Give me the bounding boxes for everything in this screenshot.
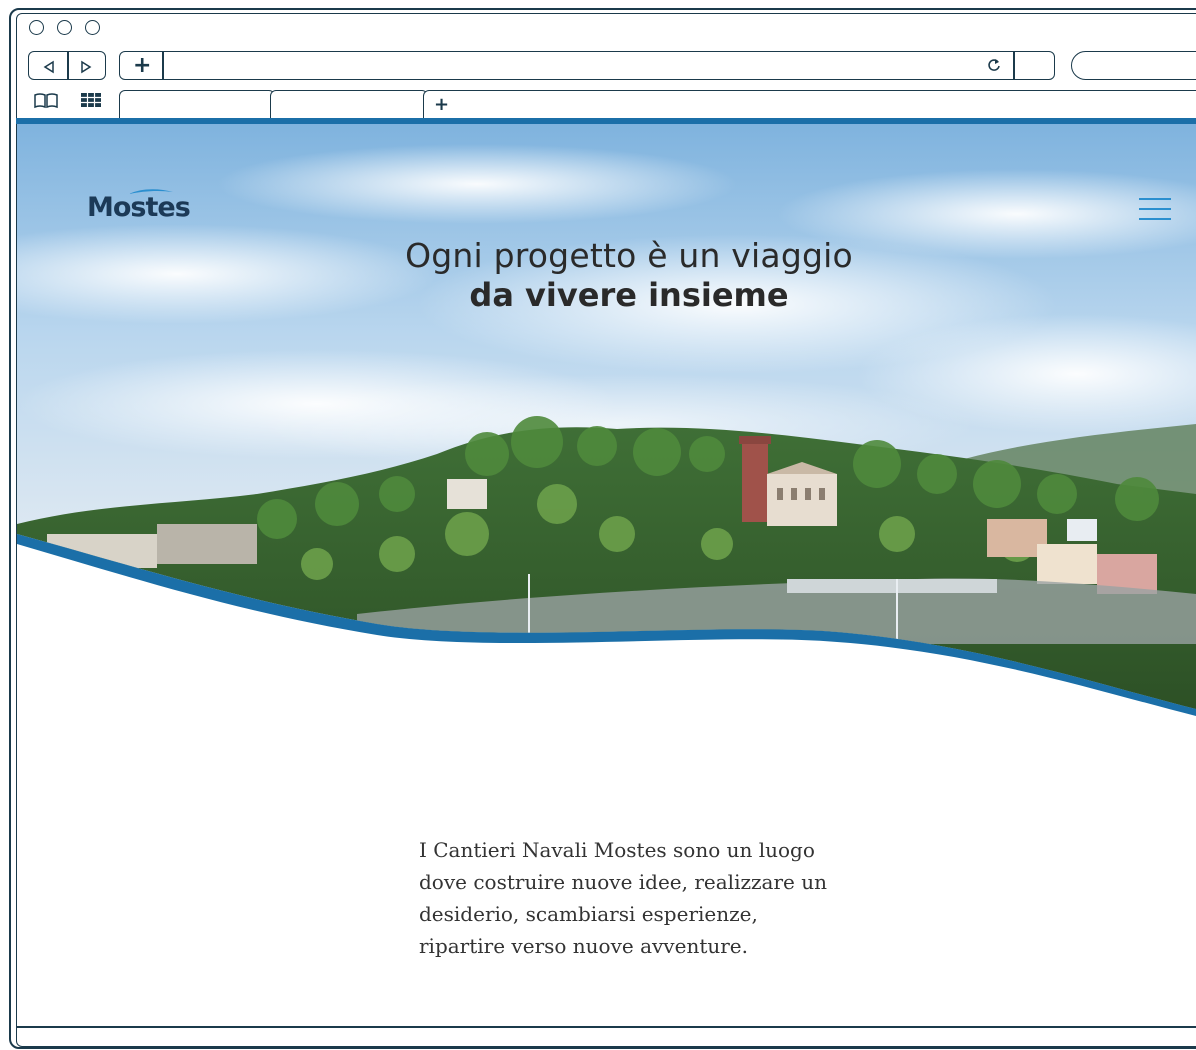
- intro-paragraph: I Cantieri Navali Mostes sono un luogo d…: [419, 834, 859, 962]
- tab-overview-button[interactable]: [80, 92, 102, 108]
- address-bar[interactable]: [119, 51, 1055, 80]
- forward-button[interactable]: [75, 57, 97, 75]
- grid-icon: [81, 93, 101, 107]
- hero-headline-line1: Ogni progetto è un viaggio: [405, 236, 853, 275]
- page-viewport: Mostes Ogni progetto è un viaggio da viv…: [17, 124, 1196, 1026]
- search-field[interactable]: [1071, 51, 1196, 80]
- address-new-button[interactable]: +: [133, 55, 151, 77]
- bookmarks-button[interactable]: [33, 92, 59, 110]
- triangle-right-icon: [81, 60, 92, 74]
- back-button[interactable]: [38, 57, 60, 75]
- intro-line: desiderio, scambiarsi esperienze,: [419, 902, 758, 926]
- window-minimize-button[interactable]: [57, 20, 72, 35]
- intro-line: dove costruire nuove idee, realizzare un: [419, 870, 827, 894]
- reload-divider: [1013, 51, 1015, 80]
- reload-icon: [988, 59, 1000, 71]
- new-tab-button[interactable]: +: [434, 96, 449, 114]
- window-close-button[interactable]: [29, 20, 44, 35]
- hero-headline-line2: da vivere insieme: [469, 276, 789, 314]
- window-zoom-button[interactable]: [85, 20, 100, 35]
- reload-button[interactable]: [985, 56, 1005, 76]
- intro-line: ripartire verso nuove avventure.: [419, 934, 748, 958]
- book-icon: [34, 93, 58, 109]
- browser-tab-1[interactable]: [119, 90, 275, 120]
- status-bar-divider: [16, 1026, 1196, 1028]
- triangle-left-icon: [43, 60, 54, 74]
- history-nav-divider: [67, 51, 69, 80]
- browser-tab-3[interactable]: [423, 90, 1196, 120]
- site-logo[interactable]: Mostes: [87, 192, 191, 223]
- address-plus-divider: [162, 51, 164, 80]
- hamburger-icon[interactable]: [1139, 196, 1171, 222]
- browser-tab-2[interactable]: [270, 90, 428, 120]
- intro-line: I Cantieri Navali Mostes sono un luogo: [419, 838, 815, 862]
